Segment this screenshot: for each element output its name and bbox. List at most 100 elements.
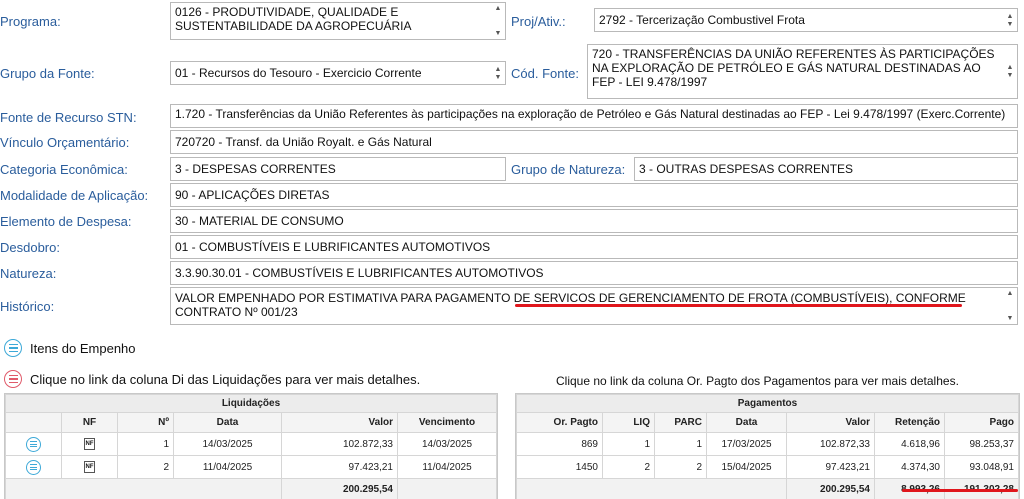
liquidacoes-title: Liquidações [5,394,497,413]
vinculo-value: 720720 - Transf. da União Royalt. e Gás … [175,135,432,149]
modalidade-label: Modalidade de Aplicação: [0,188,149,203]
pagamentos-title: Pagamentos [516,394,1019,413]
col-n: Nº [117,412,174,433]
n-cell: 1 [117,432,174,456]
col-parc: PARC [654,412,707,433]
table-row: 1450 2 2 15/04/2025 97.423,21 4.374,30 9… [516,455,1019,479]
liquidacoes-hint: Clique no link da coluna Di das Liquidaç… [4,370,420,388]
grupo-natureza-field[interactable]: 3 - OUTRAS DESPESAS CORRENTES [634,157,1018,181]
elemento-label: Elemento de Despesa: [0,214,132,229]
pagamentos-hint: Clique no link da coluna Or. Pagto dos P… [556,374,959,388]
liq-cell: 1 [602,432,655,456]
cod-fonte-value: 720 - TRANSFERÊNCIAS DA UNIÃO REFERENTES… [592,47,995,89]
or-pagto-link[interactable]: 1450 [516,455,603,479]
itens-empenho-section[interactable]: Itens do Empenho [4,339,136,357]
list-icon-red [4,370,22,388]
grupo-natureza-label: Grupo de Natureza: [511,162,626,177]
proj-ativ-value: 2792 - Tercerização Combustivel Frota [599,13,805,27]
cod-fonte-label: Cód. Fonte: [511,66,579,81]
col-retencao: Retenção [874,412,945,433]
col-detail [5,412,62,433]
col-vencimento: Vencimento [397,412,497,433]
chevron-up-icon: ▲ [1006,64,1014,71]
total-valor: 200.295,54 [281,478,398,499]
col-liq: LIQ [602,412,655,433]
row-detail-cell[interactable] [5,432,62,456]
vinculo-label: Vínculo Orçamentário: [0,135,130,150]
programa-field[interactable]: 0126 - PRODUTIVIDADE, QUALIDADE E SUSTEN… [170,2,506,40]
col-valor: Valor [786,412,875,433]
valor-cell: 97.423,21 [281,455,398,479]
natureza-value: 3.3.90.30.01 - COMBUSTÍVEIS E LUBRIFICAN… [175,266,544,280]
row-detail-cell[interactable] [5,455,62,479]
modalidade-value: 90 - APLICAÇÕES DIRETAS [175,188,330,202]
categoria-value: 3 - DESPESAS CORRENTES [175,162,336,176]
fonte-stn-value: 1.720 - Transferências da União Referent… [175,107,1006,121]
desdobro-label: Desdobro: [0,240,60,255]
table-row: NF 1 14/03/2025 102.872,33 14/03/2025 [5,432,497,456]
or-pagto-link[interactable]: 869 [516,432,603,456]
data-cell: 11/04/2025 [173,455,282,479]
col-data: Data [706,412,787,433]
col-pago: Pago [944,412,1019,433]
cod-fonte-spinner[interactable]: ▲ ▼ [1006,47,1014,96]
total-spacer [5,478,282,499]
desdobro-value: 01 - COMBUSTÍVEIS E LUBRIFICANTES AUTOMO… [175,240,491,254]
proj-ativ-select[interactable]: 2792 - Tercerização Combustivel Frota ▲ ▼ [594,8,1018,32]
historico-scroll[interactable]: ▲ ▼ [1006,290,1014,322]
parc-cell: 2 [654,455,707,479]
valor-cell: 97.423,21 [786,455,875,479]
grupo-fonte-select[interactable]: 01 - Recursos do Tesouro - Exercicio Cor… [170,61,506,85]
natureza-field[interactable]: 3.3.90.30.01 - COMBUSTÍVEIS E LUBRIFICAN… [170,261,1018,285]
parc-cell: 1 [654,432,707,456]
col-nf: NF [61,412,118,433]
nf-document-icon[interactable]: NF [84,461,95,473]
scroll-down-icon: ▼ [494,30,502,37]
total-spacer [516,478,787,499]
list-icon[interactable] [26,459,41,475]
red-underline-annotation [902,489,1018,492]
liquidacoes-hint-text: Clique no link da coluna Di das Liquidaç… [30,371,421,387]
desdobro-field[interactable]: 01 - COMBUSTÍVEIS E LUBRIFICANTES AUTOMO… [170,235,1018,259]
retencao-cell: 4.374,30 [874,455,945,479]
categoria-field[interactable]: 3 - DESPESAS CORRENTES [170,157,506,181]
vencimento-cell: 14/03/2025 [397,432,497,456]
programa-scroll[interactable]: ▲ ▼ [494,5,502,37]
historico-label: Histórico: [0,299,55,314]
cod-fonte-field[interactable]: 720 - TRANSFERÊNCIAS DA UNIÃO REFERENTES… [587,44,1018,99]
table-row: NF 2 11/04/2025 97.423,21 11/04/2025 [5,455,497,479]
chevron-down-icon: ▼ [494,73,502,81]
fonte-stn-field[interactable]: 1.720 - Transferências da União Referent… [170,104,1018,128]
elemento-value: 30 - MATERIAL DE CONSUMO [175,214,344,228]
grupo-fonte-label: Grupo da Fonte: [0,66,95,81]
valor-cell: 102.872,33 [786,432,875,456]
fonte-stn-label: Fonte de Recurso STN: [0,110,137,125]
grupo-fonte-spinner[interactable]: ▲ ▼ [494,64,502,82]
pagamentos-table: Pagamentos Or. Pagto LIQ PARC Data Valor… [515,393,1020,499]
pago-cell: 93.048,91 [944,455,1019,479]
modalidade-field[interactable]: 90 - APLICAÇÕES DIRETAS [170,183,1018,207]
pago-cell: 98.253,37 [944,432,1019,456]
liq-cell: 2 [602,455,655,479]
grupo-fonte-value: 01 - Recursos do Tesouro - Exercicio Cor… [175,66,422,80]
chevron-down-icon: ▼ [1006,72,1014,79]
col-valor: Valor [281,412,398,433]
natureza-label: Natureza: [0,266,57,281]
chevron-up-icon: ▲ [494,65,502,73]
programa-label: Programa: [0,14,61,29]
col-data: Data [173,412,282,433]
nf-cell[interactable]: NF [61,432,118,456]
list-icon [4,339,22,357]
table-row: 869 1 1 17/03/2025 102.872,33 4.618,96 9… [516,432,1019,456]
proj-ativ-spinner[interactable]: ▲ ▼ [1006,11,1014,29]
list-icon[interactable] [26,436,41,452]
red-underline-annotation [515,304,962,307]
vinculo-field[interactable]: 720720 - Transf. da União Royalt. e Gás … [170,130,1018,154]
proj-ativ-label: Proj/Ativ.: [511,14,566,29]
total-spacer [397,478,497,499]
categoria-label: Categoria Econômica: [0,162,128,177]
nf-document-icon[interactable]: NF [84,438,95,450]
n-cell: 2 [117,455,174,479]
nf-cell[interactable]: NF [61,455,118,479]
elemento-field[interactable]: 30 - MATERIAL DE CONSUMO [170,209,1018,233]
